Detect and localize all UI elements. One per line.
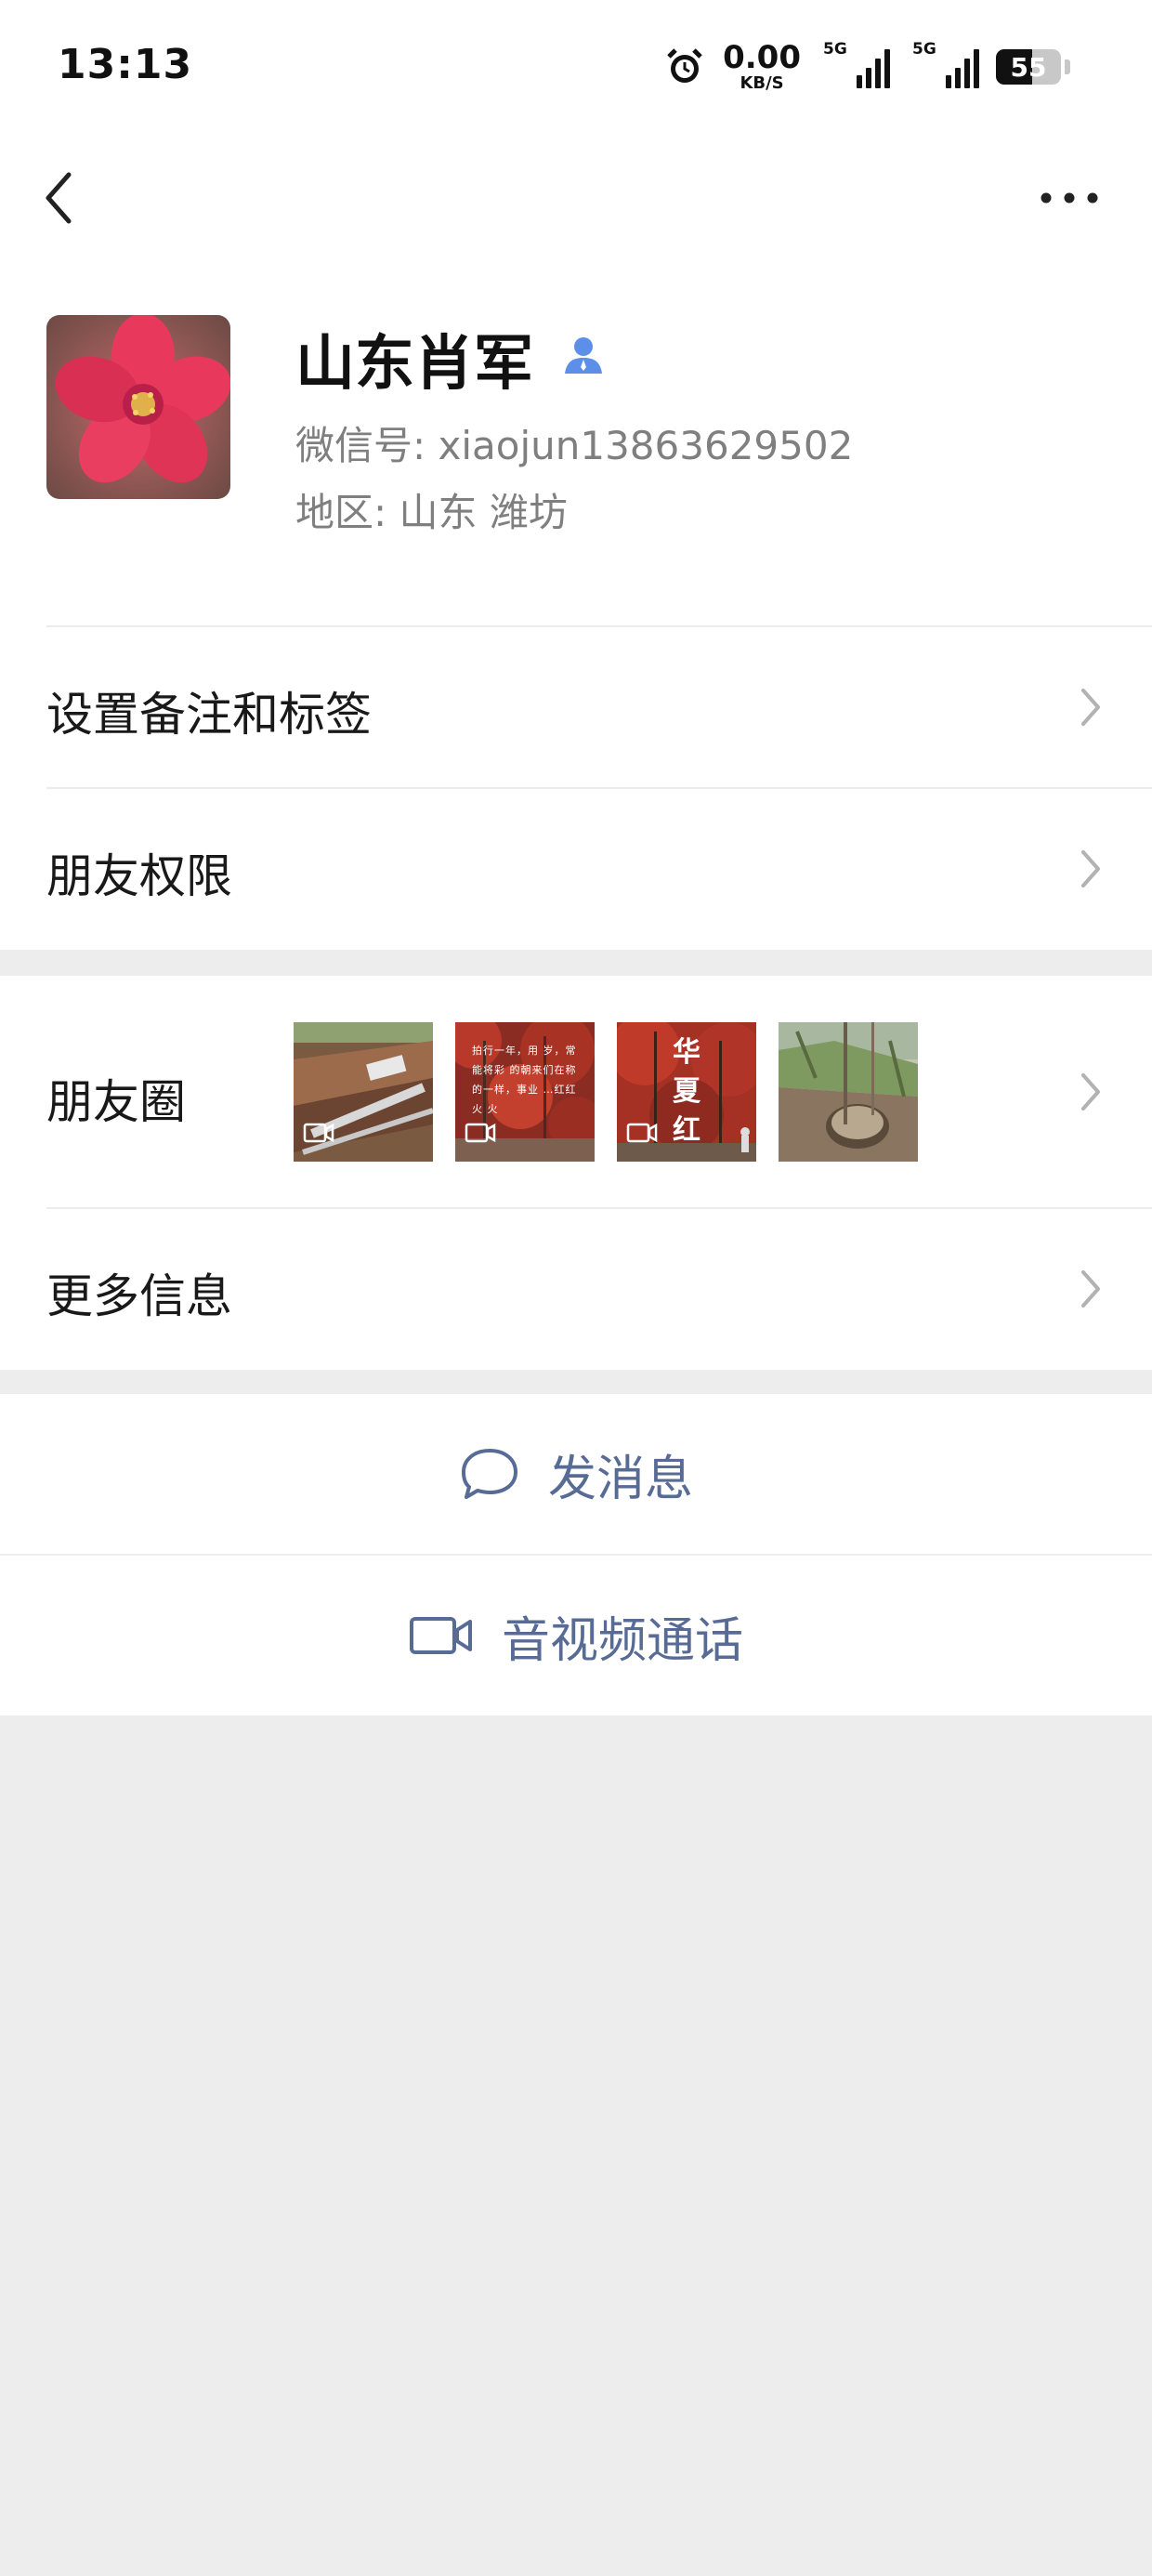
send-message-button[interactable]: 发消息 <box>0 1394 1152 1554</box>
video-call-button[interactable]: 音视频通话 <box>0 1556 1152 1715</box>
network-speed: 0.00 KB/S <box>723 42 801 92</box>
friend-permissions-row[interactable]: 朋友权限 <box>0 789 1152 949</box>
moments-thumbnail[interactable]: 华 夏 红 <box>617 1022 756 1162</box>
moments-thumbnail[interactable] <box>779 1022 918 1162</box>
signal-strength-2: 5G <box>912 40 979 88</box>
wechat-id: 微信号: xiaojun13863629502 <box>295 423 854 468</box>
more-info-row[interactable]: 更多信息 <box>0 1209 1152 1369</box>
thumbnail-caption: 华 夏 红 <box>673 1036 700 1147</box>
chevron-right-icon <box>1081 689 1100 726</box>
remark-tags-row[interactable]: 设置备注和标签 <box>0 627 1152 787</box>
verified-person-icon <box>565 337 602 374</box>
status-icons: 0.00 KB/S 5G 5G 55 <box>663 40 1070 93</box>
chevron-right-icon <box>1081 1270 1100 1308</box>
region: 地区: 山东 潍坊 <box>295 490 568 535</box>
battery-tip <box>1065 59 1070 74</box>
profile-page: 13:13 0.00 KB/S 5G 5G 55 山东肖军 微信号: xiaoj… <box>0 0 1152 1370</box>
avatar[interactable] <box>46 315 230 499</box>
video-camera-icon <box>409 1617 472 1654</box>
video-call-label: 音视频通话 <box>501 1612 743 1669</box>
moments-label: 朋友圈 <box>46 1075 186 1129</box>
status-bar: 13:13 0.00 KB/S 5G 5G 55 <box>0 0 1152 139</box>
network-speed-value: 0.00 <box>723 39 801 76</box>
signal-2-label: 5G <box>912 40 936 59</box>
chat-bubble-icon <box>461 1449 517 1499</box>
send-message-label: 发消息 <box>547 1451 693 1507</box>
back-arrow-icon[interactable] <box>37 167 84 229</box>
contact-name: 山东肖军 <box>295 330 533 399</box>
friend-permissions-label: 朋友权限 <box>46 849 232 903</box>
moments-thumbnail[interactable]: 拍行一年，用 岁，常能将彩 的朝来们在称 的一样，事业 …红红火 火 <box>455 1022 595 1162</box>
alarm-icon <box>667 48 702 83</box>
chevron-right-icon <box>1081 850 1100 887</box>
network-speed-unit: KB/S <box>740 73 784 93</box>
remark-tags-label: 设置备注和标签 <box>46 688 372 742</box>
chevron-right-icon <box>1081 1073 1100 1111</box>
more-info-label: 更多信息 <box>46 1269 232 1323</box>
thumbnail-caption: 拍行一年，用 岁，常能将彩 的朝来们在称 的一样，事业 …红红火 火 <box>472 1045 577 1115</box>
battery-level: 55 <box>1010 52 1047 83</box>
signal-strength-1: 5G <box>823 40 890 88</box>
status-time: 13:13 <box>58 41 193 88</box>
section-gap <box>0 950 1152 976</box>
moments-thumbnails: 拍行一年，用 岁，常能将彩 的朝来们在称 的一样，事业 …红红火 火 华 夏 红 <box>294 1022 918 1162</box>
more-options-icon[interactable] <box>1037 177 1102 219</box>
moments-thumbnail[interactable] <box>294 1022 433 1162</box>
battery-icon: 55 <box>996 49 1061 85</box>
signal-1-label: 5G <box>823 40 847 59</box>
